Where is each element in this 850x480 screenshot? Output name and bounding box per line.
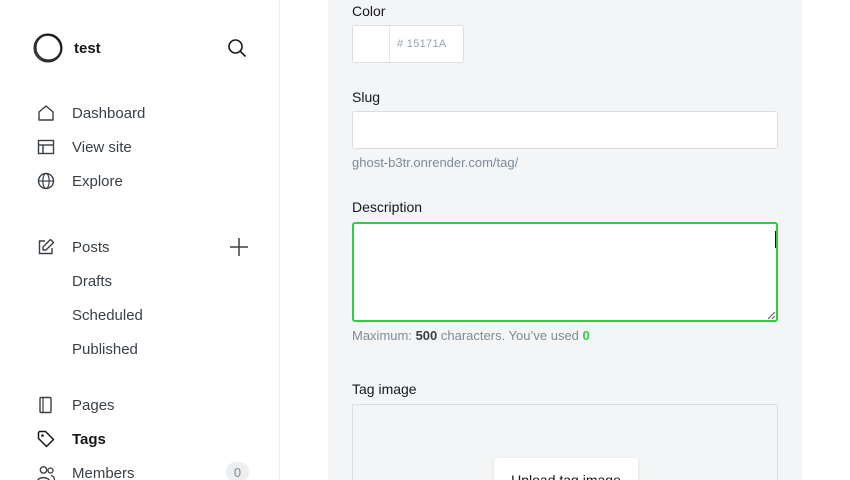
view-site-icon	[36, 137, 56, 157]
nav-posts[interactable]: Posts	[36, 235, 110, 259]
slug-url-hint: ghost-b3tr.onrender.com/tag/	[352, 155, 519, 170]
nav-members[interactable]: Members	[36, 461, 135, 480]
color-value[interactable]: # 15171A	[390, 26, 463, 62]
page-icon	[36, 395, 56, 415]
nav-scheduled[interactable]: Scheduled	[72, 303, 143, 327]
members-icon	[36, 463, 56, 480]
color-picker-field[interactable]: # 15171A	[352, 25, 464, 63]
tag-settings-panel: Color # 15171A Slug ghost-b3tr.onrender.…	[328, 0, 802, 480]
home-icon	[36, 103, 56, 123]
nav-pages[interactable]: Pages	[36, 393, 115, 417]
slug-label: Slug	[352, 89, 381, 105]
description-limit-hint: Maximum: 500 characters. You’ve used 0	[352, 328, 590, 343]
limit-middle: characters. You’ve used	[437, 328, 583, 343]
edit-icon	[36, 237, 56, 257]
globe-icon	[36, 171, 56, 191]
site-name: test	[74, 39, 101, 57]
limit-max: 500	[415, 328, 438, 343]
color-label: Color	[352, 3, 386, 19]
nav-tags-label: Tags	[72, 430, 106, 448]
nav-explore-label: Explore	[72, 172, 123, 190]
description-label: Description	[352, 199, 423, 215]
limit-used: 0	[582, 328, 590, 343]
members-count-badge: 0	[226, 462, 249, 480]
main-content: Color # 15171A Slug ghost-b3tr.onrender.…	[280, 0, 850, 480]
nav-view-site-label: View site	[72, 138, 132, 156]
nav-published[interactable]: Published	[72, 337, 138, 361]
site-brand[interactable]: test	[32, 32, 101, 64]
upload-tag-image-button[interactable]: Upload tag image	[494, 458, 638, 480]
tag-image-label: Tag image	[352, 381, 417, 397]
nav-tags[interactable]: Tags	[36, 427, 106, 451]
nav-pages-label: Pages	[72, 396, 115, 414]
nav-dashboard[interactable]: Dashboard	[36, 101, 145, 125]
nav-drafts[interactable]: Drafts	[72, 269, 112, 293]
nav-view-site[interactable]: View site	[36, 135, 132, 159]
slug-input[interactable]	[352, 111, 778, 149]
nav-drafts-label: Drafts	[72, 272, 113, 290]
nav-members-label: Members	[72, 464, 135, 480]
resize-grip-icon[interactable]	[766, 310, 776, 320]
tag-icon	[36, 429, 56, 449]
description-textarea[interactable]	[352, 222, 778, 322]
sidebar: test Dashboard View site Explore Posts D…	[0, 0, 280, 480]
nav-published-label: Published	[72, 340, 138, 358]
nav-scheduled-label: Scheduled	[72, 306, 143, 324]
color-swatch[interactable]	[353, 26, 390, 62]
nav-explore[interactable]: Explore	[36, 169, 123, 193]
nav-dashboard-label: Dashboard	[72, 104, 146, 122]
search-icon[interactable]	[225, 36, 249, 60]
nav-posts-label: Posts	[72, 238, 110, 256]
limit-prefix: Maximum:	[352, 328, 416, 343]
text-cursor	[775, 231, 776, 248]
tag-image-dropzone[interactable]: Upload tag image	[352, 404, 778, 480]
ghost-logo-icon	[33, 33, 63, 63]
plus-icon[interactable]	[228, 236, 250, 258]
